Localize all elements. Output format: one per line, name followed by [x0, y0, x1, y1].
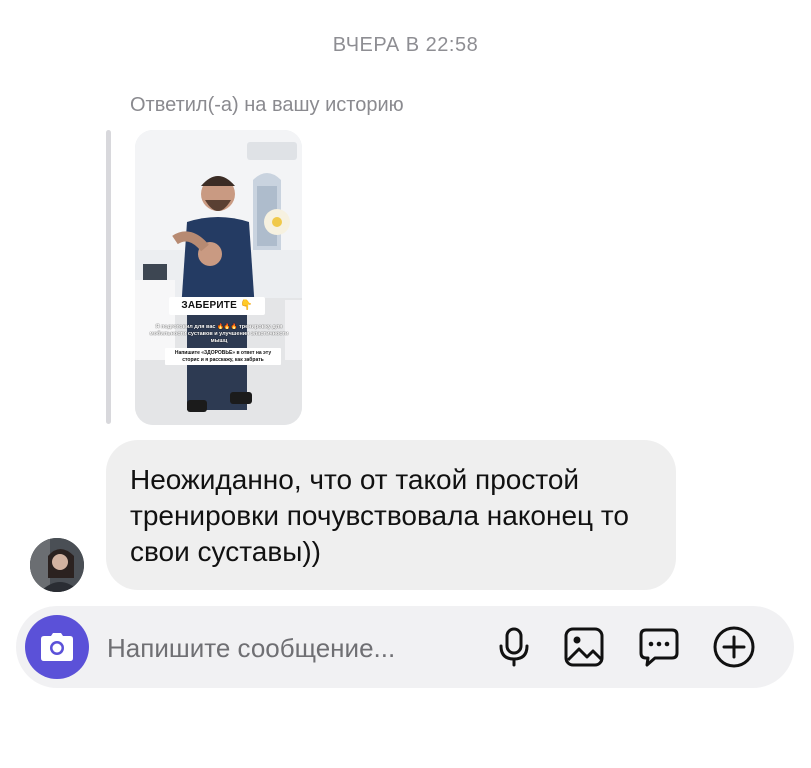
microphone-icon: [499, 627, 529, 667]
story-caption: Я подготовил для вас 🔥🔥🔥 тренировку для …: [149, 324, 289, 344]
message-input[interactable]: Напишите сообщение...: [107, 633, 395, 664]
avatar-image: [30, 538, 84, 592]
message-bubble: Неожиданно, что от такой простой трениро…: [106, 440, 676, 590]
add-icon: [713, 626, 755, 668]
add-button[interactable]: [711, 624, 757, 670]
avatar[interactable]: [30, 538, 84, 592]
camera-button[interactable]: [25, 615, 89, 679]
story-note: Напишите «ЗДОРОВЬЕ» в ответ на эту стори…: [165, 348, 281, 365]
timestamp: ВЧЕРА В 22:58: [332, 34, 479, 56]
sticker-chat-icon: [639, 628, 679, 667]
reply-caption: Ответил(-а) на вашу историю: [130, 94, 404, 116]
sticker-button[interactable]: [636, 624, 682, 670]
story-photo: [135, 130, 302, 425]
camera-icon: [41, 633, 73, 661]
image-icon: [564, 627, 604, 667]
gallery-button[interactable]: [561, 624, 607, 670]
story-title: ЗАБЕРИТЕ 👇: [169, 297, 265, 315]
reply-indicator-bar: [106, 130, 111, 424]
composer-bar: Напишите сообщение...: [16, 606, 794, 688]
story-thumbnail[interactable]: ЗАБЕРИТЕ 👇 Я подготовил для вас 🔥🔥🔥 трен…: [135, 130, 302, 425]
microphone-button[interactable]: [491, 624, 537, 670]
